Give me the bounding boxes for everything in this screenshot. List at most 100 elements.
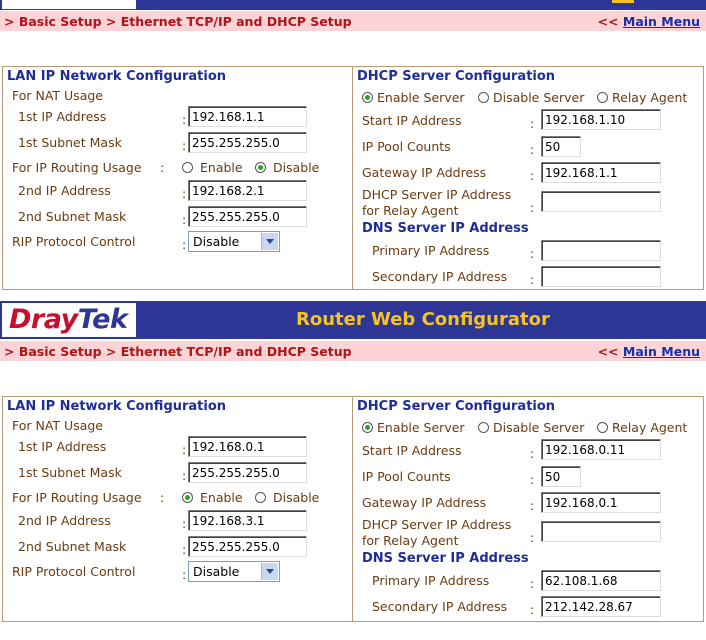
- dhcp-relay-radio[interactable]: [597, 92, 608, 103]
- relay-label-line2: for Relay Agent: [362, 203, 459, 218]
- dhcp-relay-label: Relay Agent: [612, 90, 688, 105]
- dhcp-enable-radio[interactable]: [362, 422, 373, 433]
- secondary-dns-label: Secondary IP Address: [372, 599, 508, 614]
- rip-select[interactable]: Disable: [188, 561, 280, 582]
- relay-label-line2: for Relay Agent: [362, 533, 459, 548]
- secondary-dns-input[interactable]: [541, 266, 661, 287]
- colon: :: [530, 498, 535, 513]
- chevron-down-icon[interactable]: [261, 563, 278, 580]
- routing-disable-label: Disable: [273, 160, 320, 175]
- breadcrumb: > Basic Setup > Ethernet TCP/IP and DHCP…: [4, 344, 352, 359]
- rip-select-value: Disable: [193, 234, 240, 249]
- routing-disable-radio[interactable]: [255, 162, 266, 173]
- routing-disable-radio[interactable]: [255, 492, 266, 503]
- lan-section-title: LAN IP Network Configuration: [7, 69, 227, 84]
- main-menu-link[interactable]: Main Menu: [623, 344, 700, 359]
- secondary-dns-input[interactable]: [541, 596, 661, 617]
- ip1-input[interactable]: [188, 436, 307, 457]
- routing-usage-label: For IP Routing Usage: [12, 490, 142, 505]
- dhcp-disable-radio[interactable]: [478, 422, 489, 433]
- colon: :: [160, 490, 165, 505]
- dhcp-relay-radio[interactable]: [597, 422, 608, 433]
- top-logo-box-fragment: [2, 0, 136, 9]
- routing-enable-label: Enable: [200, 160, 243, 175]
- pool-input[interactable]: [541, 136, 581, 157]
- gateway-input[interactable]: [541, 492, 661, 513]
- gateway-label: Gateway IP Address: [362, 495, 487, 510]
- routing-enable-radio[interactable]: [182, 492, 193, 503]
- routing-enable-radio[interactable]: [182, 162, 193, 173]
- ip2-input[interactable]: [188, 180, 307, 201]
- main-menu-link-wrap: << Main Menu: [597, 14, 700, 29]
- mask1-input[interactable]: [188, 462, 307, 483]
- mask2-label: 2nd Subnet Mask: [18, 539, 127, 554]
- rip-select-value: Disable: [193, 564, 240, 579]
- primary-dns-input[interactable]: [541, 240, 661, 261]
- relay-label-line1: DHCP Server IP Address: [362, 187, 512, 202]
- app-banner: DrayTek Router Web Configurator: [0, 301, 706, 339]
- dns-section-title: DNS Server IP Address: [362, 551, 529, 566]
- mask2-input[interactable]: [188, 536, 307, 557]
- ip1-label: 1st IP Address: [18, 439, 107, 454]
- ip2-label: 2nd IP Address: [18, 183, 111, 198]
- breadcrumb-bar-1: > Basic Setup > Ethernet TCP/IP and DHCP…: [0, 10, 706, 31]
- colon: :: [530, 168, 535, 183]
- colon: :: [182, 468, 187, 483]
- dhcp-section-title: DHCP Server Configuration: [357, 69, 556, 84]
- start-ip-input[interactable]: [541, 109, 661, 130]
- rip-select[interactable]: Disable: [188, 231, 280, 252]
- app-title: Router Web Configurator: [296, 309, 550, 330]
- secondary-dns-label: Secondary IP Address: [372, 269, 508, 284]
- colon: :: [182, 542, 187, 557]
- pool-input[interactable]: [541, 466, 581, 487]
- primary-dns-label: Primary IP Address: [372, 243, 490, 258]
- main-menu-link-wrap: << Main Menu: [597, 344, 700, 359]
- colon: :: [182, 212, 187, 227]
- ip2-label: 2nd IP Address: [18, 513, 111, 528]
- rip-label: RIP Protocol Control: [12, 234, 136, 249]
- gateway-input[interactable]: [541, 162, 661, 183]
- dhcp-disable-label: Disable Server: [493, 90, 585, 105]
- routing-disable-label: Disable: [273, 490, 320, 505]
- colon: :: [182, 516, 187, 531]
- colon: :: [530, 446, 535, 461]
- mask1-label: 1st Subnet Mask: [18, 135, 122, 150]
- primary-dns-input[interactable]: [541, 570, 661, 591]
- colon: :: [530, 472, 535, 487]
- panel-divider-1: [352, 66, 353, 290]
- lan-section-title: LAN IP Network Configuration: [7, 399, 227, 414]
- colon: :: [530, 602, 535, 617]
- chevron-down-icon[interactable]: [261, 233, 278, 250]
- colon: :: [530, 576, 535, 591]
- colon: :: [530, 272, 535, 287]
- nat-usage-label: For NAT Usage: [12, 418, 103, 433]
- ip1-input[interactable]: [188, 106, 307, 127]
- main-menu-link[interactable]: Main Menu: [623, 14, 700, 29]
- rip-label: RIP Protocol Control: [12, 564, 136, 579]
- relay-label-line1: DHCP Server IP Address: [362, 517, 512, 532]
- dhcp-enable-radio[interactable]: [362, 92, 373, 103]
- mask1-input[interactable]: [188, 132, 307, 153]
- colon: :: [182, 442, 187, 457]
- start-ip-label: Start IP Address: [362, 113, 462, 128]
- ip2-input[interactable]: [188, 510, 307, 531]
- ip1-label: 1st IP Address: [18, 109, 107, 124]
- relay-input[interactable]: [541, 191, 661, 212]
- dhcp-disable-radio[interactable]: [478, 92, 489, 103]
- breadcrumb: > Basic Setup > Ethernet TCP/IP and DHCP…: [4, 14, 352, 29]
- relay-input[interactable]: [541, 521, 661, 542]
- start-ip-input[interactable]: [541, 439, 661, 460]
- dhcp-disable-label: Disable Server: [493, 420, 585, 435]
- panel-divider-2: [352, 396, 353, 622]
- colon: :: [182, 138, 187, 153]
- colon: :: [530, 530, 535, 545]
- pool-label: IP Pool Counts: [362, 469, 451, 484]
- primary-dns-label: Primary IP Address: [372, 573, 490, 588]
- mask2-input[interactable]: [188, 206, 307, 227]
- gateway-label: Gateway IP Address: [362, 165, 487, 180]
- draytek-logo: DrayTek: [9, 304, 128, 335]
- dns-section-title: DNS Server IP Address: [362, 221, 529, 236]
- dhcp-relay-label: Relay Agent: [612, 420, 688, 435]
- colon: :: [160, 160, 165, 175]
- logo-box: DrayTek: [2, 303, 136, 337]
